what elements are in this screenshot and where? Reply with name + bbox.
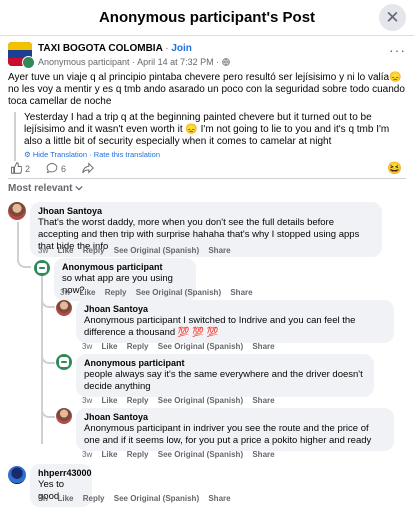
translation-block: Yesterday I had a trip q at the beginnin…	[14, 112, 406, 161]
rate-translation-link[interactable]: Rate this translation	[94, 150, 160, 159]
share-button[interactable]: Share	[252, 450, 274, 459]
share-button[interactable]: Share	[208, 246, 230, 255]
see-original-button[interactable]: See Original (Spanish)	[114, 494, 199, 503]
share-action[interactable]	[82, 162, 94, 176]
avatar[interactable]	[56, 408, 72, 424]
reply-button[interactable]: Reply	[127, 450, 149, 459]
group-name-link[interactable]: TAXI BOGOTA COLOMBIA	[38, 43, 162, 54]
more-options-icon[interactable]: ···	[389, 42, 406, 58]
reply-button[interactable]: Reply	[127, 396, 149, 405]
like-button[interactable]: Like	[79, 288, 95, 297]
globe-icon	[221, 57, 230, 67]
comment-text: Anonymous participant in indriver you se…	[84, 423, 372, 446]
group-name-line: TAXI BOGOTA COLOMBIA · Join	[38, 43, 192, 54]
translated-text: Yesterday I had a trip q at the beginnin…	[24, 112, 390, 147]
comment-count: 6	[61, 164, 67, 174]
post-author[interactable]: Anonymous participant	[38, 57, 130, 67]
thread-connector	[17, 228, 31, 268]
reaction-emoji[interactable]: 😆	[387, 161, 402, 175]
reply-button[interactable]: Reply	[105, 288, 127, 297]
comment-author[interactable]: Jhoan Santoya	[38, 205, 374, 217]
comment-time[interactable]: 3w	[82, 396, 92, 405]
see-original-button[interactable]: See Original (Spanish)	[114, 246, 199, 255]
share-button[interactable]: Share	[252, 396, 274, 405]
comment-actions: 3w Like Reply See Original (Spanish) Sha…	[82, 450, 282, 459]
chevron-down-icon	[75, 183, 83, 194]
comment-text: people always say it's the same everywhe…	[84, 369, 363, 392]
separator-dot: ·	[165, 43, 169, 54]
share-button[interactable]: Share	[208, 494, 230, 503]
sort-label: Most relevant	[8, 183, 73, 194]
comment-sort-dropdown[interactable]: Most relevant	[8, 183, 83, 194]
see-original-button[interactable]: See Original (Spanish)	[158, 450, 243, 459]
share-icon	[82, 162, 94, 176]
comment-time[interactable]: 3w	[38, 494, 48, 503]
like-reaction[interactable]: 2	[10, 162, 30, 176]
anonymous-badge-icon	[22, 56, 35, 69]
comment-actions: 3w Like Reply See Original (Spanish) Sha…	[60, 288, 260, 297]
comment-author[interactable]: Jhoan Santoya	[84, 303, 386, 315]
comment-author[interactable]: Anonymous participant	[62, 261, 188, 273]
like-button[interactable]: Like	[101, 342, 117, 351]
thumbs-up-icon	[10, 162, 23, 176]
thread-connector	[41, 352, 55, 364]
avatar[interactable]	[34, 260, 50, 276]
meta-separator: ·	[132, 57, 136, 67]
comment-time[interactable]: 3w	[82, 342, 92, 351]
avatar[interactable]	[56, 354, 72, 370]
see-original-button[interactable]: See Original (Spanish)	[158, 342, 243, 351]
comment-actions: 3w Like Reply See Original (Spanish) Sha…	[38, 246, 238, 255]
see-original-button[interactable]: See Original (Spanish)	[158, 396, 243, 405]
share-button[interactable]: Share	[230, 288, 252, 297]
reaction-bar: 2 6 😆	[8, 161, 406, 177]
thread-connector	[41, 296, 55, 308]
translate-gear-icon[interactable]: ⚙	[24, 150, 31, 159]
avatar[interactable]	[8, 466, 26, 484]
comment-time[interactable]: 3w	[82, 450, 92, 459]
like-button[interactable]: Like	[57, 494, 73, 503]
comment-icon	[46, 162, 58, 176]
like-count: 2	[25, 164, 31, 174]
visibility-separator: ·	[216, 57, 220, 67]
share-button[interactable]: Share	[252, 342, 274, 351]
thread-connector	[41, 406, 55, 418]
comment-bubble: Jhoan Santoya Anonymous participant I sw…	[76, 300, 394, 343]
reply-button[interactable]: Reply	[83, 246, 105, 255]
join-group-link[interactable]: Join	[171, 43, 192, 54]
comment-time[interactable]: 3w	[38, 246, 48, 255]
comment-reaction[interactable]: 6	[46, 162, 66, 176]
comment-author[interactable]: Anonymous participant	[84, 357, 366, 369]
comment-actions: 3w Like Reply See Original (Spanish) Sha…	[82, 396, 282, 405]
like-button[interactable]: Like	[101, 450, 117, 459]
comment-author[interactable]: Jhoan Santoya	[84, 411, 386, 423]
translation-links: ⚙ Hide Translation · Rate this translati…	[24, 149, 406, 161]
translation-link-separator: ·	[89, 150, 92, 159]
post-author-row: TAXI BOGOTA COLOMBIA · Join Anonymous pa…	[8, 42, 408, 70]
close-icon[interactable]: ✕	[379, 4, 406, 31]
see-original-button[interactable]: See Original (Spanish)	[136, 288, 221, 297]
post-header: Anonymous participant's Post ✕	[0, 0, 414, 36]
comment-actions: 3w Like Reply See Original (Spanish) Sha…	[38, 494, 238, 503]
comment-bubble: Jhoan Santoya Anonymous participant in i…	[76, 408, 394, 451]
dialog-title: Anonymous participant's Post	[98, 9, 316, 26]
comment-text: Anonymous participant I switched to Indr…	[84, 315, 356, 338]
comment-time[interactable]: 3w	[60, 288, 70, 297]
like-button[interactable]: Like	[101, 396, 117, 405]
post-meta: Anonymous participant · April 14 at 7:32…	[38, 57, 230, 67]
hide-translation-link[interactable]: Hide Translation	[33, 150, 87, 159]
reply-button[interactable]: Reply	[127, 342, 149, 351]
comment-actions: 3w Like Reply See Original (Spanish) Sha…	[82, 342, 282, 351]
reply-button[interactable]: Reply	[83, 494, 105, 503]
like-button[interactable]: Like	[57, 246, 73, 255]
comment-bubble: Anonymous participant people always say …	[76, 354, 374, 397]
avatar[interactable]	[56, 300, 72, 316]
post-date[interactable]: April 14 at 7:32 PM	[137, 57, 214, 67]
divider	[8, 178, 406, 179]
post-body: Ayer tuve un viaje q al principio pintab…	[8, 72, 405, 107]
comment-author[interactable]: hhperr43000	[38, 467, 92, 479]
avatar[interactable]	[8, 202, 26, 220]
